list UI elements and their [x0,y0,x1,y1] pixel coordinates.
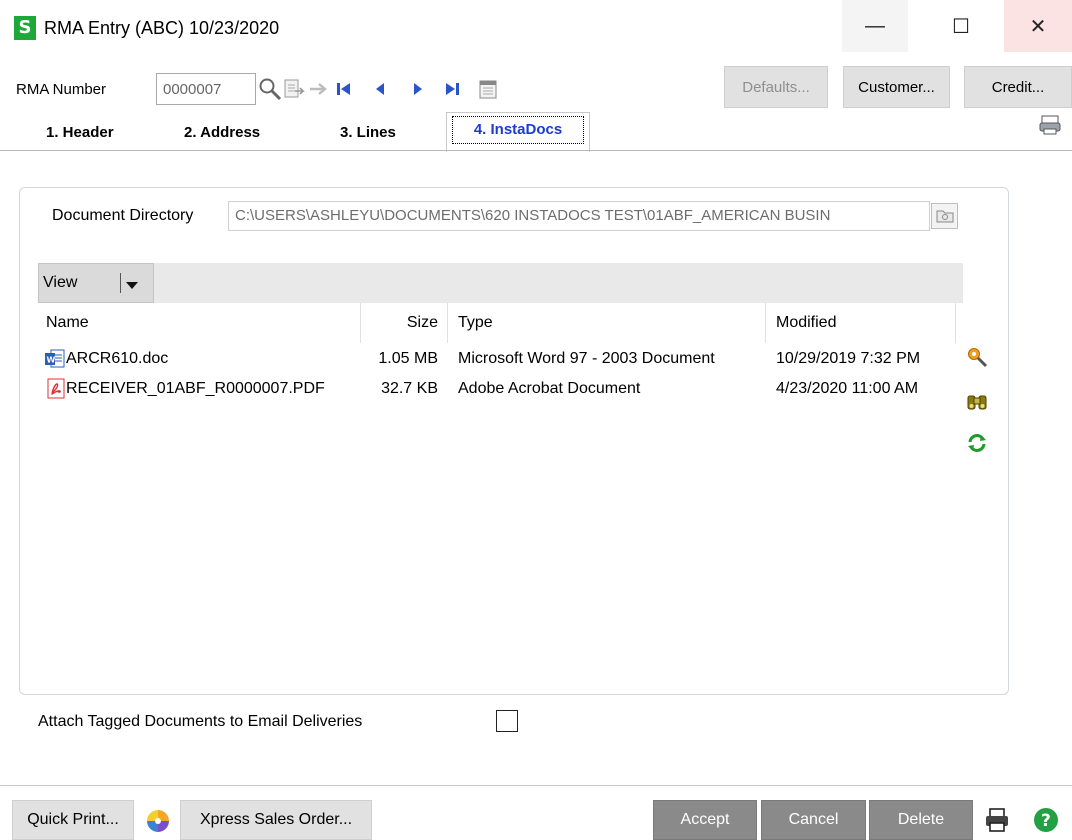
file-type-cell: Microsoft Word 97 - 2003 Document [458,350,715,367]
folder-icon [936,210,953,223]
binoculars-icon[interactable] [966,390,988,412]
file-name-cell[interactable]: RECEIVER_01ABF_R0000007.PDF [66,379,325,399]
help-icon[interactable]: ? [1032,806,1060,834]
credit-button[interactable]: Credit... [964,66,1072,108]
column-separator [447,303,448,343]
column-header-name[interactable]: Name [46,313,89,333]
tab-header[interactable]: 1. Header [40,118,120,148]
file-modified-cell: 10/29/2019 7:32 PM [776,350,921,367]
color-wheel-icon[interactable] [145,808,171,834]
quick-print-button[interactable]: Quick Print... [12,800,134,840]
arrow-right-icon[interactable] [306,76,330,102]
next-record-icon[interactable] [406,76,430,102]
xpress-sales-order-button[interactable]: Xpress Sales Order... [180,800,372,840]
tab-instadocs-label[interactable]: 4. InstaDocs [452,116,584,144]
window-title: RMA Entry (ABC) 10/23/2020 [44,18,280,38]
view-dropdown-label[interactable]: View [43,273,77,293]
document-directory-field[interactable]: C:\USERS\ASHLEYU\DOCUMENTS\620 INSTADOCS… [228,201,930,231]
rma-number-input[interactable] [156,73,256,105]
document-directory-label: Document Directory [52,207,194,224]
lookup-search-icon[interactable] [258,76,282,102]
column-separator [955,303,956,343]
column-separator [360,303,361,343]
calendar-list-icon[interactable] [476,76,500,102]
browse-folder-button[interactable] [931,203,958,229]
last-record-icon[interactable] [440,76,464,102]
attach-tagged-documents-label: Attach Tagged Documents to Email Deliver… [38,713,363,730]
customer-button[interactable]: Customer... [843,66,950,108]
refresh-icon[interactable] [966,432,988,454]
minimize-button[interactable]: — [842,0,908,52]
printer-icon[interactable] [983,806,1011,834]
file-modified-cell: 4/23/2020 11:00 AM [776,380,919,397]
close-button[interactable]: ✕ [1004,0,1072,52]
maximize-button[interactable]: ☐ [928,0,994,52]
column-header-size[interactable]: Size [388,313,438,333]
attach-tagged-documents-checkbox[interactable] [496,710,518,732]
footer-divider [0,785,1072,786]
view-toolbar [38,263,963,303]
accept-button[interactable]: Accept [653,800,757,840]
column-header-modified[interactable]: Modified [776,313,836,333]
record-export-icon[interactable] [282,76,306,102]
file-size-cell: 32.7 KB [381,380,438,397]
file-name-cell[interactable]: ARCR610.doc [66,349,168,369]
rma-number-label: RMA Number [16,81,107,98]
word-doc-icon: W [44,348,65,368]
delete-button[interactable]: Delete [869,800,973,840]
column-separator [765,303,766,343]
file-type-cell: Adobe Acrobat Document [458,380,641,397]
column-header-type[interactable]: Type [458,313,493,333]
settings-wand-icon[interactable] [966,346,988,368]
tab-address[interactable]: 2. Address [178,118,266,148]
svg-text:W: W [47,356,56,365]
tab-lines[interactable]: 3. Lines [334,118,402,148]
tab-divider [0,150,1072,151]
first-record-icon[interactable] [332,76,356,102]
file-size-cell: 1.05 MB [378,350,438,367]
chevron-down-icon[interactable] [126,282,138,289]
previous-record-icon[interactable] [368,76,392,102]
app-logo-icon: S [14,16,36,40]
defaults-button[interactable]: Defaults... [724,66,828,108]
print-screen-icon[interactable] [1038,112,1062,138]
view-dropdown-separator [120,273,121,293]
pdf-icon [46,378,66,399]
svg-text:?: ? [1041,811,1051,831]
cancel-button[interactable]: Cancel [761,800,866,840]
